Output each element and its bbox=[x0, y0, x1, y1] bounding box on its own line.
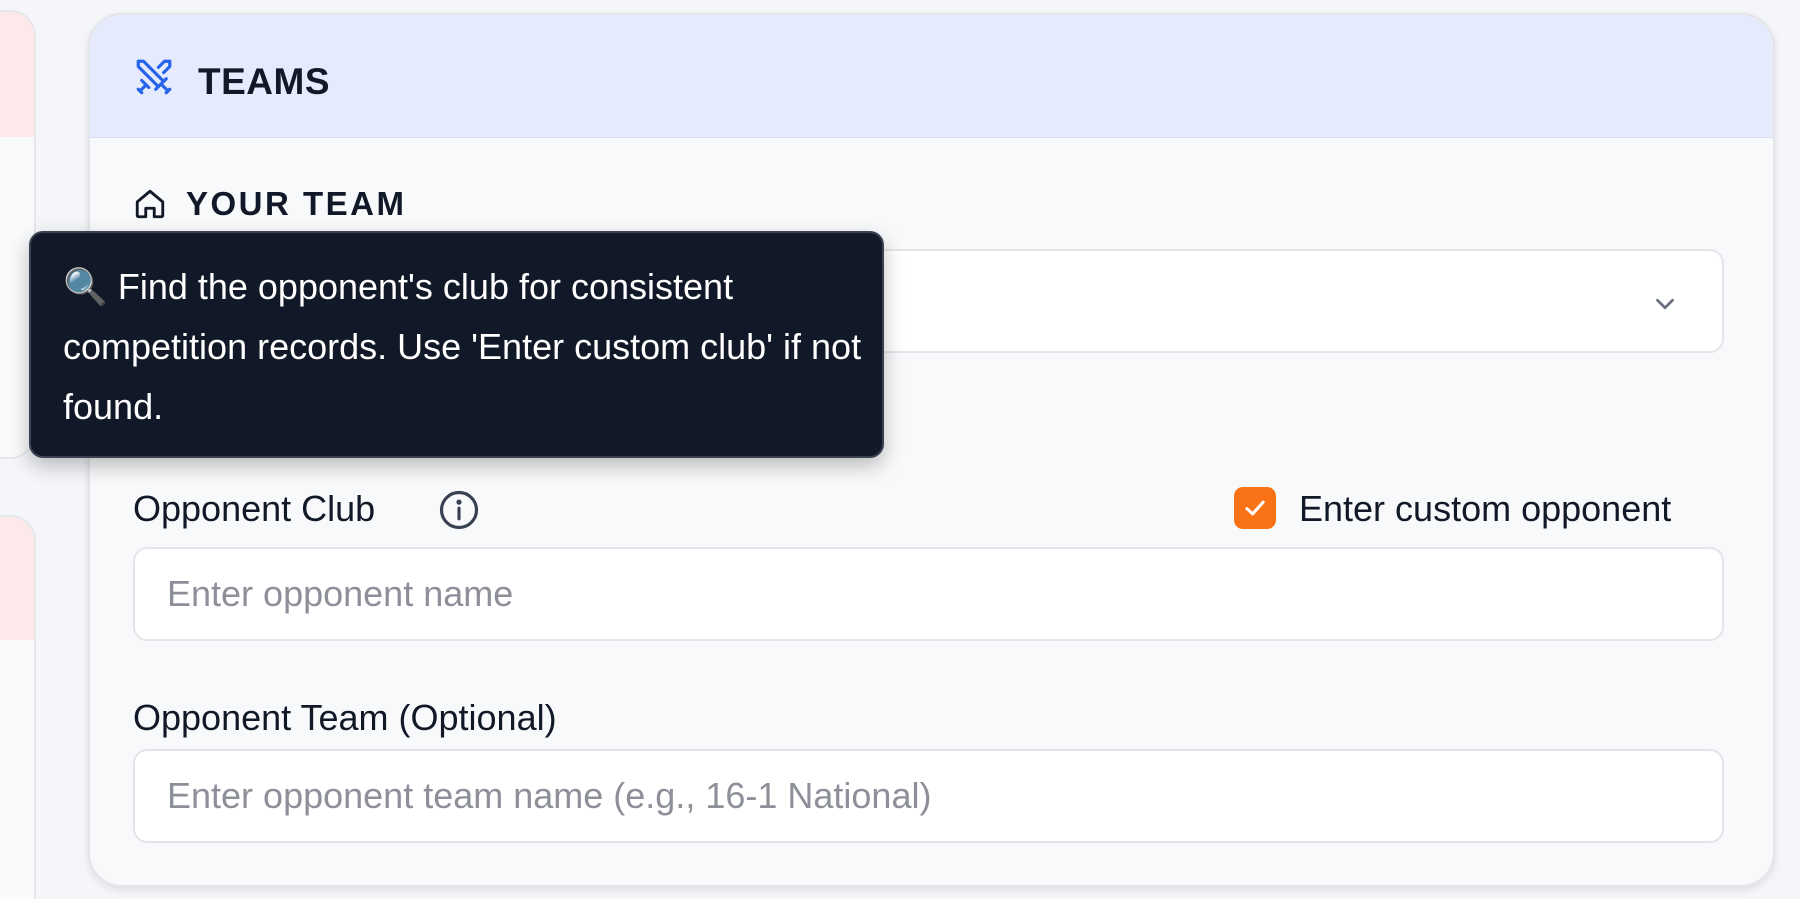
opponent-club-tooltip: 🔍 Find the opponent's club for consisten… bbox=[29, 231, 884, 458]
info-icon[interactable] bbox=[438, 489, 480, 531]
tooltip-text: 🔍 Find the opponent's club for consisten… bbox=[63, 266, 862, 427]
crossed-swords-icon bbox=[136, 59, 172, 95]
home-icon bbox=[135, 189, 165, 219]
left-card-partial-bottom bbox=[0, 515, 36, 899]
left-card-header-tint bbox=[0, 517, 34, 640]
page: TEAMS YOUR TEAM Opponent Club Enter cust… bbox=[0, 0, 1800, 899]
teams-card-title: TEAMS bbox=[198, 61, 330, 102]
chevron-down-icon bbox=[1656, 298, 1674, 310]
custom-opponent-label[interactable]: Enter custom opponent bbox=[1299, 488, 1671, 530]
checkmark-icon bbox=[1245, 500, 1265, 516]
opponent-team-input[interactable] bbox=[133, 749, 1724, 843]
custom-opponent-checkbox[interactable] bbox=[1234, 487, 1276, 529]
opponent-name-input[interactable] bbox=[133, 547, 1724, 641]
opponent-club-label: Opponent Club bbox=[133, 488, 376, 529]
left-card-header-tint bbox=[0, 12, 34, 137]
your-team-section-title: YOUR TEAM bbox=[186, 185, 407, 222]
opponent-team-label: Opponent Team (Optional) bbox=[133, 697, 557, 738]
teams-card-header: TEAMS bbox=[90, 15, 1773, 138]
